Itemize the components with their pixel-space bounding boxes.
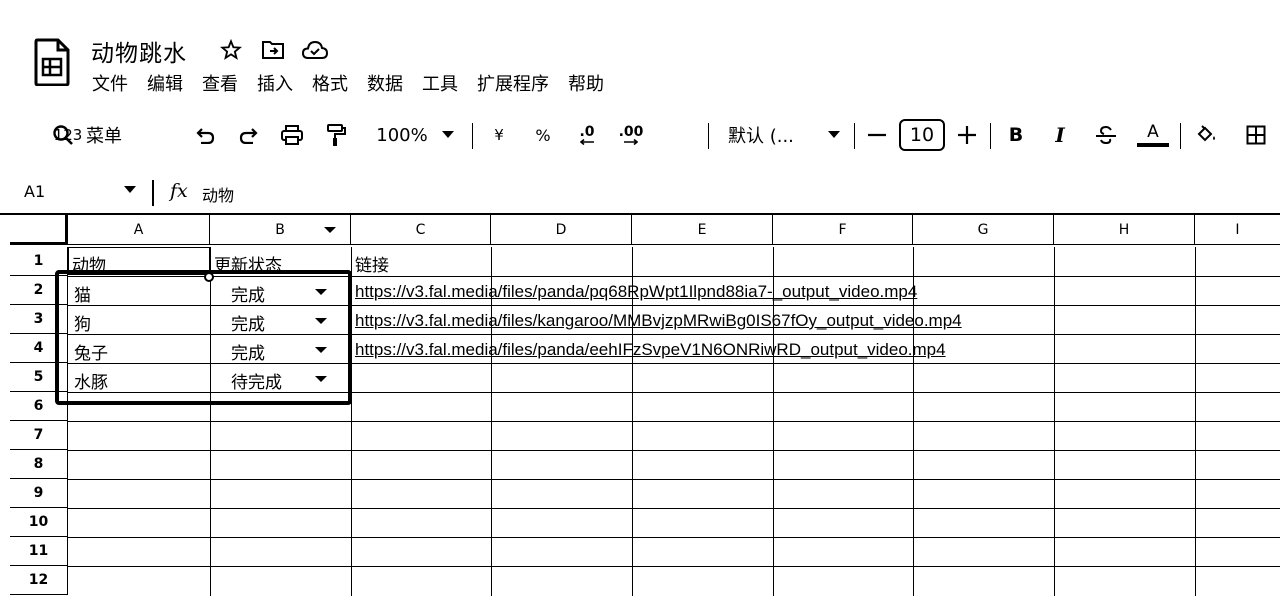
toolbar-divider xyxy=(472,123,473,149)
strikethrough-button[interactable] xyxy=(1092,118,1120,152)
redo-button[interactable] xyxy=(236,118,262,152)
menu-data[interactable]: 数据 xyxy=(367,70,403,96)
increase-font-size-button[interactable] xyxy=(956,118,978,152)
cell-link[interactable]: https://v3.fal.media/files/kangaroo/MMBv… xyxy=(355,311,962,331)
gridline xyxy=(68,508,1280,509)
increase-decimal-button[interactable]: .00 xyxy=(616,118,646,152)
font-select[interactable]: 默认 (... xyxy=(728,118,840,152)
toolbar-divider xyxy=(990,123,991,149)
decrease-decimal-label: .0 xyxy=(579,124,595,140)
menu-view[interactable]: 查看 xyxy=(202,70,238,96)
selection-range xyxy=(55,270,352,405)
gridline xyxy=(1054,247,1055,596)
column-header-b[interactable]: B xyxy=(210,215,351,245)
more-formats-button[interactable]: 123 xyxy=(52,118,84,152)
column-header-a[interactable]: A xyxy=(68,215,210,245)
minus-icon xyxy=(868,133,886,137)
column-header-b-label: B xyxy=(275,221,285,238)
row-header-9[interactable]: 9 xyxy=(10,479,68,508)
column-header-f[interactable]: F xyxy=(773,215,913,245)
zoom-value: 100% xyxy=(376,124,428,146)
menu-insert[interactable]: 插入 xyxy=(257,70,293,96)
row-header-7[interactable]: 7 xyxy=(10,421,68,450)
strikethrough-icon xyxy=(1096,125,1116,145)
arrow-left-icon xyxy=(580,139,594,145)
decrease-font-size-button[interactable] xyxy=(866,118,888,152)
row-header-11[interactable]: 11 xyxy=(10,537,68,566)
menu-help[interactable]: 帮助 xyxy=(568,70,604,96)
gridline xyxy=(68,450,1280,451)
cell-c1[interactable]: 链接 xyxy=(355,251,389,276)
formula-input[interactable]: 动物 xyxy=(202,182,234,206)
percent-format-button[interactable]: % xyxy=(532,118,554,152)
row-header-8[interactable]: 8 xyxy=(10,450,68,479)
menu-edit[interactable]: 编辑 xyxy=(147,70,183,96)
print-icon xyxy=(281,125,303,145)
fill-color-button[interactable] xyxy=(1192,118,1220,152)
toolbar: 菜单 100% ¥ % .0 .00 123 默认 (... 10 B I A xyxy=(52,118,1280,154)
menu-extensions[interactable]: 扩展程序 xyxy=(477,70,549,96)
column-header-c[interactable]: C xyxy=(351,215,491,245)
cloud-saved-icon[interactable] xyxy=(302,37,328,63)
select-all-corner[interactable] xyxy=(10,213,68,245)
fill-bucket-icon xyxy=(1197,125,1215,142)
gridline xyxy=(1195,247,1196,596)
decrease-decimal-button[interactable]: .0 xyxy=(572,118,602,152)
menu-bar: 文件 编辑 查看 插入 格式 数据 工具 扩展程序 帮助 xyxy=(92,70,604,96)
paint-format-icon xyxy=(327,124,346,146)
fill-handle[interactable] xyxy=(204,272,214,282)
print-button[interactable] xyxy=(278,118,306,152)
font-size-value: 10 xyxy=(899,119,945,151)
menu-file[interactable]: 文件 xyxy=(92,70,128,96)
increase-decimal-label: .00 xyxy=(618,124,644,140)
gridline xyxy=(68,479,1280,480)
undo-icon xyxy=(196,128,215,144)
row-header-12[interactable]: 12 xyxy=(10,566,68,595)
chevron-down-icon xyxy=(828,131,840,138)
sheets-logo-icon[interactable] xyxy=(34,38,70,86)
column-header-d[interactable]: D xyxy=(491,215,632,245)
toolbar-divider xyxy=(1180,123,1181,149)
star-icon[interactable] xyxy=(218,37,244,63)
borders-icon xyxy=(1246,125,1266,145)
borders-button[interactable] xyxy=(1242,118,1270,152)
paint-format-button[interactable] xyxy=(322,118,350,152)
currency-format-button[interactable]: ¥ xyxy=(488,118,510,152)
gridline xyxy=(68,566,1280,567)
row-header-10[interactable]: 10 xyxy=(10,508,68,537)
move-folder-icon[interactable] xyxy=(260,37,286,63)
plus-icon xyxy=(958,126,976,144)
bold-button[interactable]: B xyxy=(1004,118,1028,152)
cell-link[interactable]: https://v3.fal.media/files/panda/pq68RpW… xyxy=(355,282,917,302)
name-box[interactable]: A1 xyxy=(24,182,45,201)
column-header-h[interactable]: H xyxy=(1054,215,1195,245)
fx-icon: fx xyxy=(170,180,188,202)
menu-tools[interactable]: 工具 xyxy=(422,70,458,96)
column-filter-icon[interactable] xyxy=(324,227,336,233)
italic-button[interactable]: I xyxy=(1048,118,1072,152)
redo-icon xyxy=(239,128,258,144)
menu-search-label: 菜单 xyxy=(86,126,122,147)
font-size-input[interactable]: 10 xyxy=(898,118,946,152)
column-header-g[interactable]: G xyxy=(913,215,1054,245)
chevron-down-icon[interactable] xyxy=(124,186,136,194)
zoom-select[interactable]: 100% xyxy=(370,118,460,152)
chevron-down-icon xyxy=(441,131,454,138)
toolbar-divider xyxy=(854,123,855,149)
menu-format[interactable]: 格式 xyxy=(312,70,348,96)
text-color-label: A xyxy=(1147,122,1159,142)
column-header-i[interactable]: I xyxy=(1195,215,1280,245)
column-header-e[interactable]: E xyxy=(632,215,773,245)
text-color-button[interactable]: A xyxy=(1136,118,1170,152)
document-title[interactable]: 动物跳水 xyxy=(91,34,187,68)
cell-link[interactable]: https://v3.fal.media/files/panda/eehIFzS… xyxy=(355,340,946,360)
undo-button[interactable] xyxy=(192,118,218,152)
text-color-swatch xyxy=(1137,143,1169,147)
arrow-right-icon xyxy=(624,139,638,145)
gridline xyxy=(68,537,1280,538)
toolbar-divider xyxy=(708,123,709,149)
font-value: 默认 (... xyxy=(728,126,794,147)
gridline xyxy=(68,421,1280,422)
formula-bar-divider xyxy=(152,180,154,206)
